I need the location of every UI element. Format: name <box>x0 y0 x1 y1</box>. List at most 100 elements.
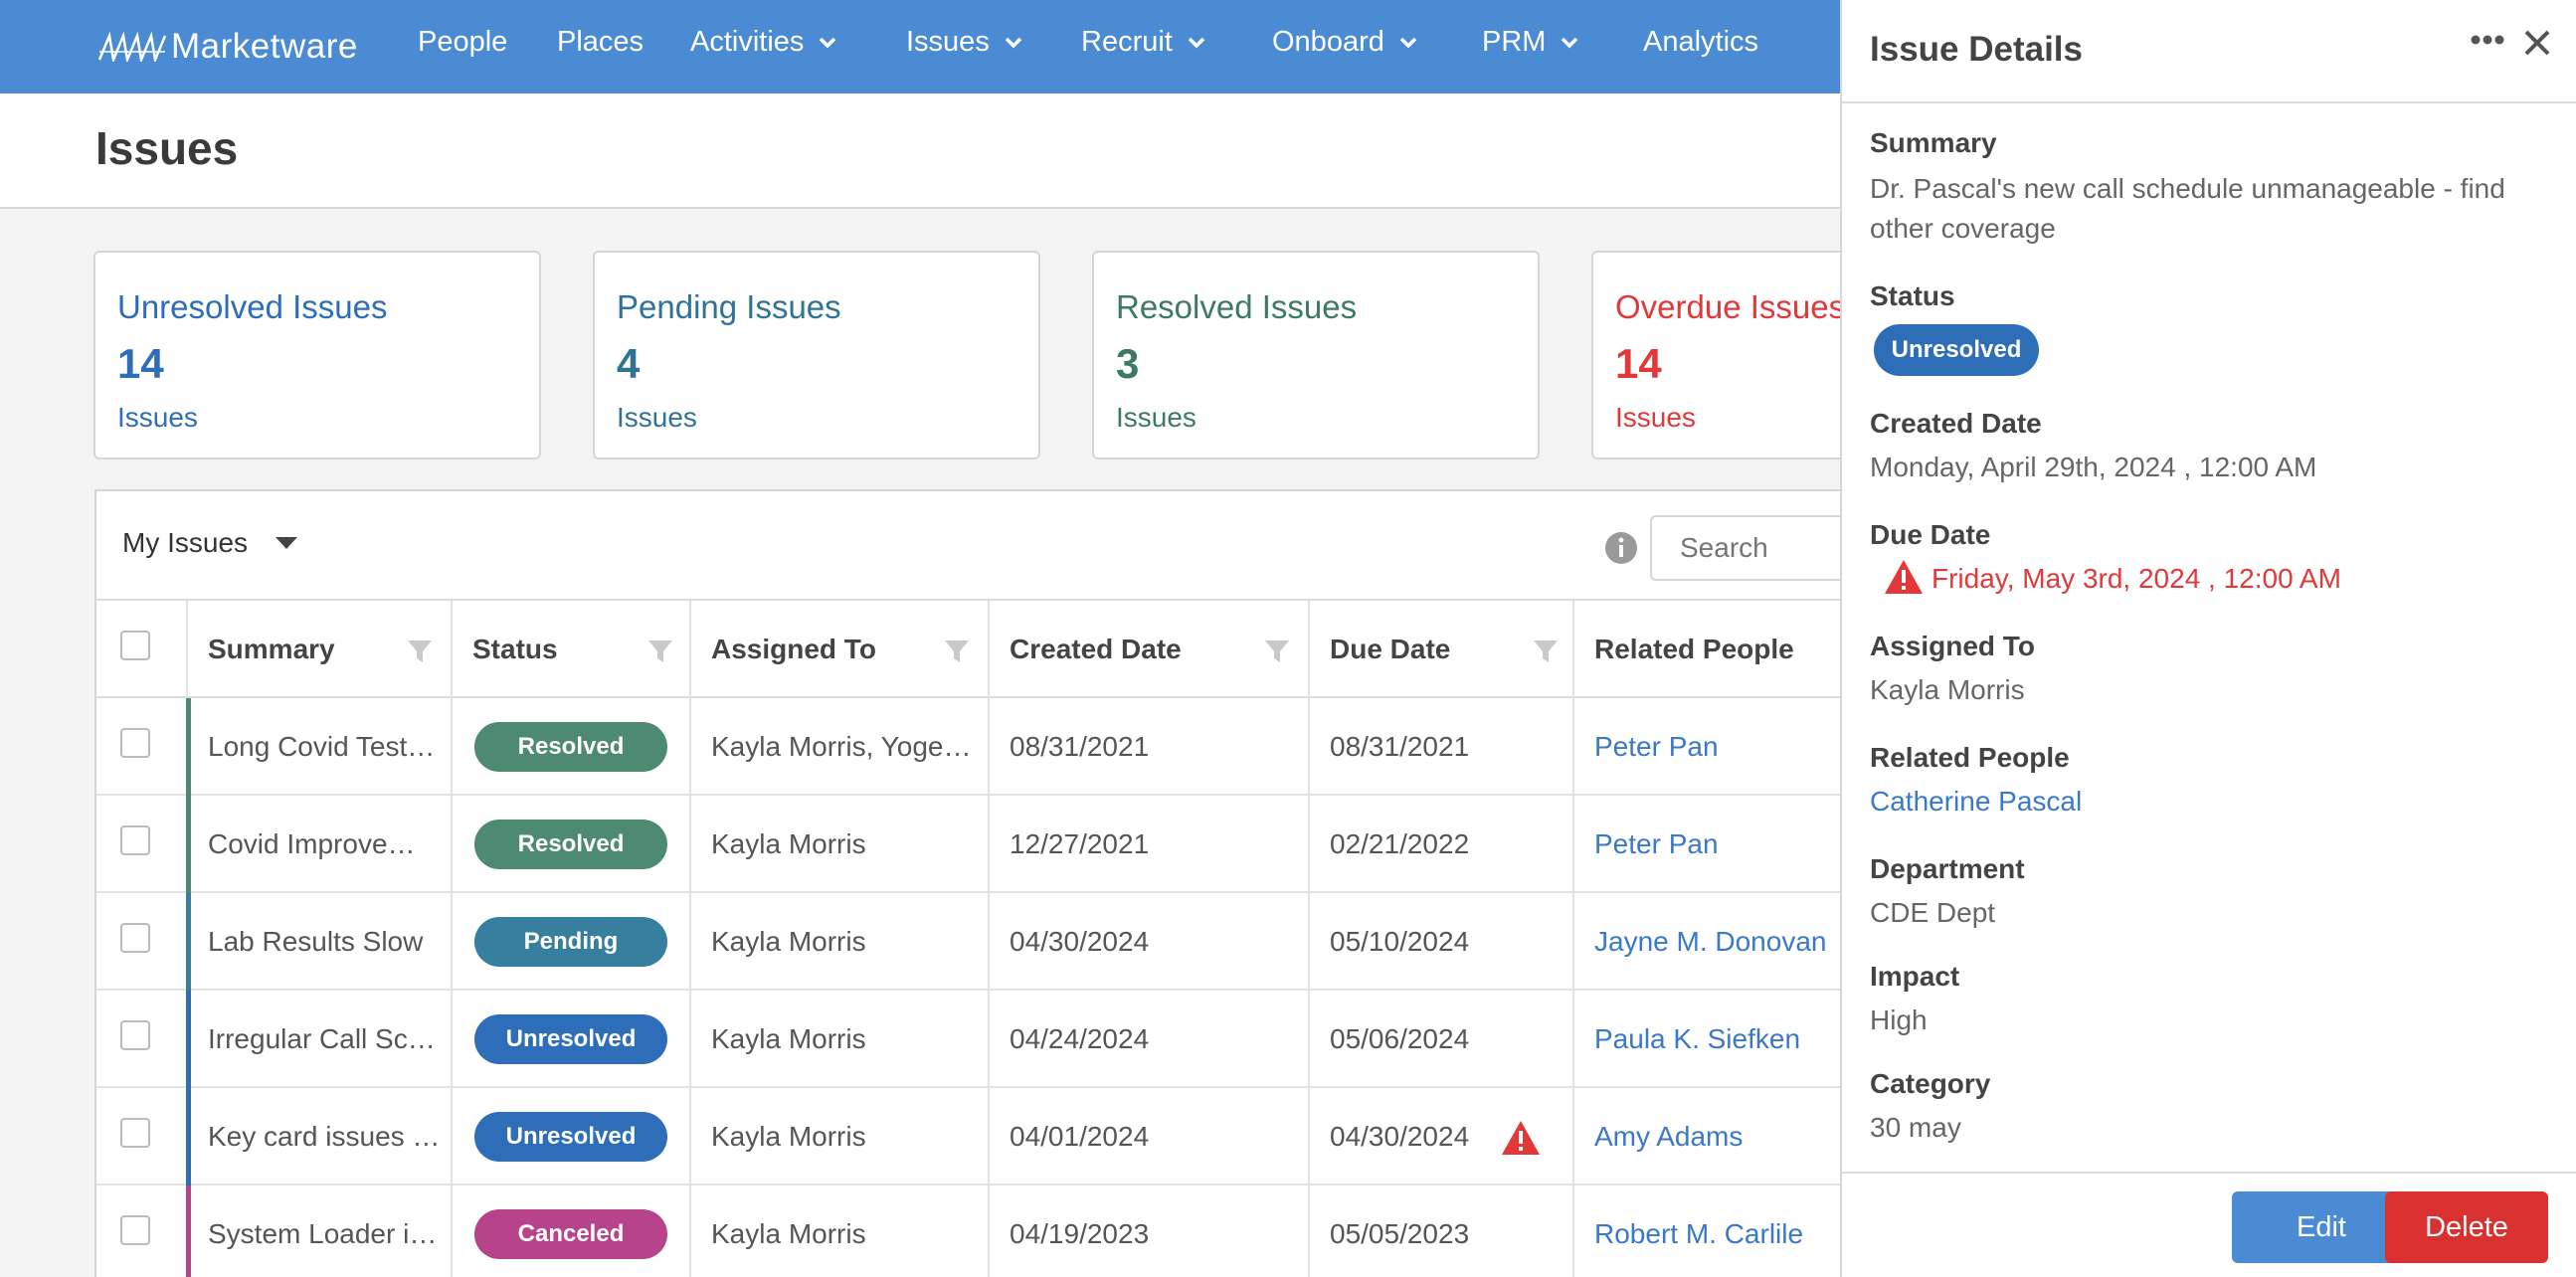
related-people-cell[interactable]: Peter Pan <box>1574 796 1853 893</box>
header-due-date[interactable]: Due Date <box>1310 601 1574 698</box>
info-icon[interactable] <box>1604 531 1638 565</box>
department-label: Department <box>1870 853 2025 884</box>
page-title: Issues <box>95 122 239 174</box>
header-summary[interactable]: Summary <box>188 601 453 698</box>
table-row[interactable]: Long Covid Test… Resolved Kayla Morris, Yo… <box>96 698 1843 796</box>
assigned-to-cell: Kayla Morris <box>691 991 990 1088</box>
filter-icon[interactable] <box>1264 638 1290 664</box>
status-cell: Pending <box>453 893 691 991</box>
details-header: Issue Details <box>1842 0 2576 103</box>
card-title: Resolved Issues <box>1116 288 1358 325</box>
table-row[interactable]: Covid Improve… Resolved Kayla Morris 12/27/… <box>96 796 1843 893</box>
card-unresolved-issues[interactable]: Unresolved Issues 14 Issues <box>93 251 541 459</box>
assigned-to-cell: Kayla Morris <box>691 893 990 991</box>
delete-button[interactable]: Delete <box>2385 1191 2548 1263</box>
filter-icon[interactable] <box>647 638 673 664</box>
row-status-indicator <box>186 698 191 796</box>
chevron-down-icon <box>1188 37 1205 48</box>
nav-people[interactable]: People <box>418 26 507 59</box>
category-label: Category <box>1870 1068 1991 1099</box>
due-date-cell: 02/21/2022 <box>1310 796 1574 893</box>
row-checkbox[interactable] <box>120 728 150 758</box>
status-badge: Pending <box>474 917 667 967</box>
filter-icon[interactable] <box>1533 638 1559 664</box>
header-created-date[interactable]: Created Date <box>990 601 1310 698</box>
related-people-cell[interactable]: Amy Adams <box>1574 1088 1853 1186</box>
chevron-down-icon <box>1399 37 1417 48</box>
more-options-icon[interactable] <box>2471 28 2504 52</box>
filter-icon[interactable] <box>944 638 970 664</box>
header-label: Assigned To <box>711 634 876 664</box>
status-label: Status <box>1870 280 1955 311</box>
nav-activities[interactable]: Activities <box>690 26 837 59</box>
assigned-to-cell: Kayla Morris <box>691 1088 990 1186</box>
chevron-down-icon <box>1562 37 1578 48</box>
header-status[interactable]: Status <box>453 601 691 698</box>
header-assigned-to[interactable]: Assigned To <box>691 601 990 698</box>
summary-value: Dr. Pascal's new call schedule unmanagea… <box>1870 173 2505 244</box>
table-row[interactable]: System Loader i… Canceled Kayla Morris 04/1… <box>96 1186 1843 1277</box>
header-related-people[interactable]: Related People <box>1574 601 1853 698</box>
nav-onboard[interactable]: Onboard <box>1272 26 1418 59</box>
card-count: 14 <box>1615 340 1662 387</box>
created-date-cell: 12/27/2021 <box>990 796 1310 893</box>
row-checkbox[interactable] <box>120 825 150 855</box>
table-row[interactable]: Key card issues … Unresolved Kayla Morris 0… <box>96 1088 1843 1186</box>
status-cell: Canceled <box>453 1186 691 1277</box>
due-date-cell: 05/10/2024 <box>1310 893 1574 991</box>
status-badge: Unresolved <box>1874 324 2039 376</box>
table-row[interactable]: Irregular Call Sc… Unresolved Kayla Morris… <box>96 991 1843 1088</box>
details-footer: Edit Delete <box>1842 1172 2576 1277</box>
card-resolved-issues[interactable]: Resolved Issues 3 Issues <box>1092 251 1540 459</box>
row-status-indicator <box>186 893 191 991</box>
row-checkbox[interactable] <box>120 1215 150 1245</box>
row-select-cell <box>96 796 188 893</box>
row-select-cell <box>96 1088 188 1186</box>
related-people-cell[interactable]: Robert M. Carlile <box>1574 1186 1853 1277</box>
summary-cell: Lab Results Slow <box>188 893 453 991</box>
status-badge: Unresolved <box>474 1014 667 1064</box>
status-badge: Unresolved <box>474 1112 667 1162</box>
row-checkbox[interactable] <box>120 923 150 953</box>
row-checkbox[interactable] <box>120 1118 150 1148</box>
nav-recruit[interactable]: Recruit <box>1081 26 1206 59</box>
header-label: Created Date <box>1010 634 1182 664</box>
chevron-down-icon <box>1005 37 1022 48</box>
summary-cell: System Loader i… <box>188 1186 453 1277</box>
related-people-cell[interactable]: Paula K. Siefken <box>1574 991 1853 1088</box>
row-checkbox[interactable] <box>120 1020 150 1050</box>
close-icon[interactable] <box>2522 28 2552 58</box>
related-people-cell[interactable]: Peter Pan <box>1574 698 1853 796</box>
card-count: 3 <box>1116 340 1140 387</box>
assigned-to-cell: Kayla Morris <box>691 1186 990 1277</box>
nav-label: Places <box>557 26 644 58</box>
card-title: Unresolved Issues <box>117 288 388 325</box>
related-people-cell[interactable]: Jayne M. Donovan <box>1574 893 1853 991</box>
card-count: 14 <box>117 340 164 387</box>
table-row[interactable]: Lab Results Slow Pending Kayla Morris 04/30… <box>96 893 1843 991</box>
nav-issues[interactable]: Issues <box>906 26 1023 59</box>
created-date-cell: 04/24/2024 <box>990 991 1310 1088</box>
assigned-to-cell: Kayla Morris, Yoge… <box>691 698 990 796</box>
card-pending-issues[interactable]: Pending Issues 4 Issues <box>593 251 1040 459</box>
due-date-value: Friday, May 3rd, 2024 , 12:00 AM <box>1932 563 2341 594</box>
nav-prm[interactable]: PRM <box>1482 26 1579 59</box>
nav-analytics[interactable]: Analytics <box>1643 26 1758 59</box>
status-cell: Resolved <box>453 796 691 893</box>
row-status-indicator <box>186 991 191 1088</box>
related-person-link[interactable]: Catherine Pascal <box>1870 782 2082 821</box>
edit-button[interactable]: Edit <box>2232 1191 2411 1263</box>
warning-icon <box>1502 1121 1540 1155</box>
table-header-row: Summary Status Assigned To Created Date … <box>96 601 1843 698</box>
created-date-cell: 04/19/2023 <box>990 1186 1310 1277</box>
marketware-logo[interactable]: Marketware <box>97 24 358 70</box>
view-selector-dropdown[interactable]: My Issues <box>122 527 298 559</box>
assigned-to-label: Assigned To <box>1870 631 2035 661</box>
filter-icon[interactable] <box>407 638 433 664</box>
status-badge: Canceled <box>474 1209 667 1259</box>
details-title: Issue Details <box>1870 30 2083 69</box>
nav-places[interactable]: Places <box>557 26 644 59</box>
due-date-label: Due Date <box>1870 519 1991 550</box>
select-all-checkbox[interactable] <box>120 631 150 660</box>
status-cell: Unresolved <box>453 991 691 1088</box>
